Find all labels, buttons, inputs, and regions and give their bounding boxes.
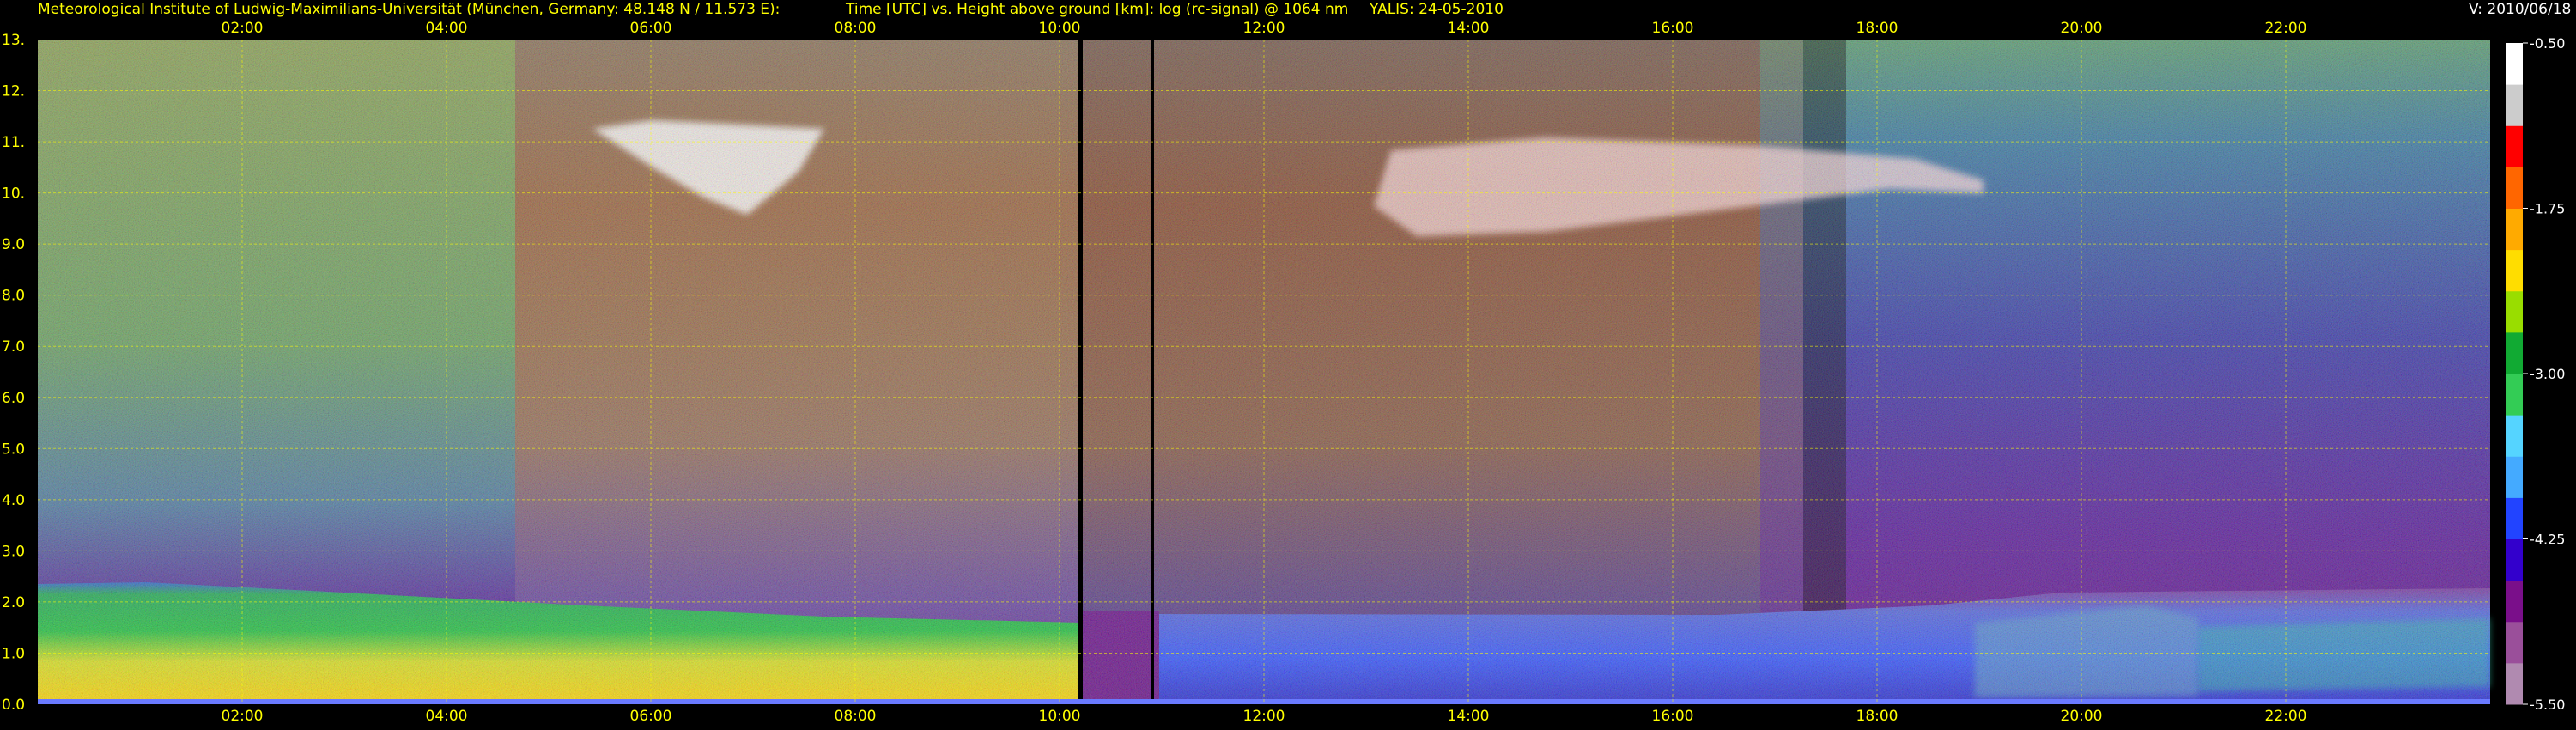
x-tick-label-top-8: 18:00 [1856,20,1899,37]
x-tick-label-bottom-2: 06:00 [630,708,672,725]
x-tick-label-top-9: 20:00 [2061,20,2103,37]
x-tick-label-bottom-9: 20:00 [2061,708,2103,725]
data-gap-1 [1078,40,1083,704]
x-tick-label-top-6: 14:00 [1448,20,1490,37]
colorbar-swatch-7 [2506,374,2523,416]
colorbar-swatch-4 [2506,497,2523,539]
x-tick-label-bottom-4: 10:00 [1039,708,1081,725]
y-tick-label-2: 2.0 [2,594,25,611]
x-tick-label-top-1: 04:00 [426,20,468,37]
colorbar-swatch-5 [2506,456,2523,498]
x-tick-label-top-3: 08:00 [835,20,877,37]
x-tick-label-bottom-1: 04:00 [426,708,468,725]
data-gap-2 [1151,40,1154,704]
colorbar-swatch-15 [2506,43,2523,85]
colorbar-swatch-12 [2506,167,2523,209]
colorbar-label-1: -1.75 [2530,201,2565,217]
y-tick-label-4: 4.0 [2,492,25,509]
colorbar-swatch-14 [2506,84,2523,126]
colorbar-swatch-10 [2506,249,2523,292]
x-axis-top: 02:00 04:00 06:00 08:00 10:00 12:00 14:00 16:00… [222,20,2307,37]
y-axis: 0.0 1.0 2.0 3.0 4.0 5.0 6.0 7.0 8.0 9.0 10. 11. 12. 1… [2,32,25,714]
x-tick-label-top-5: 12:00 [1243,20,1285,37]
colorbar-label-2: -3.00 [2530,366,2565,382]
y-tick-label-1: 1.0 [2,645,25,662]
x-tick-label-bottom-0: 02:00 [222,708,264,725]
y-tick-label-9: 9.0 [2,236,25,253]
x-tick-label-bottom-10: 22:00 [2265,708,2307,725]
colorbar-label-4: -5.50 [2530,697,2565,713]
colorbar-label-3: -4.25 [2530,532,2565,548]
y-tick-label-7: 7.0 [2,338,25,356]
colorbar-swatch-8 [2506,332,2523,374]
y-tick-label-10: 10. [2,186,25,203]
x-tick-label-top-4: 10:00 [1039,20,1081,37]
x-tick-label-top-2: 06:00 [630,20,672,37]
y-tick-label-8: 8.0 [2,288,25,305]
x-tick-label-bottom-8: 18:00 [1856,708,1899,725]
colorbar-swatch-6 [2506,415,2523,457]
colorbar: -0.50 -1.75 -3.00 -4.25 -5.50 [2506,35,2565,713]
y-tick-label-13: 13. [2,32,25,49]
x-tick-label-top-10: 22:00 [2265,20,2307,37]
y-tick-label-6: 6.0 [2,390,25,407]
colorbar-label-0: -0.50 [2530,35,2565,52]
x-axis-bottom: 02:00 04:00 06:00 08:00 10:00 12:00 14:00 16:00… [222,708,2307,725]
y-tick-label-3: 3.0 [2,543,25,560]
x-tick-label-top-7: 16:00 [1652,20,1694,37]
y-tick-label-12: 12. [2,83,25,100]
colorbar-swatch-2 [2506,580,2523,623]
y-tick-label-5: 5.0 [2,441,25,458]
x-tick-label-bottom-7: 16:00 [1652,708,1694,725]
x-tick-label-bottom-3: 08:00 [835,708,877,725]
colorbar-swatch-11 [2506,208,2523,251]
colorbar-swatch-1 [2506,621,2523,664]
x-tick-label-top-0: 02:00 [222,20,264,37]
colorbar-swatch-13 [2506,125,2523,167]
y-tick-label-11: 11. [2,134,25,151]
colorbar-swatch-0 [2506,662,2523,705]
colorbar-swatch-3 [2506,538,2523,581]
y-tick-label-0: 0.0 [2,697,25,714]
x-tick-label-bottom-6: 14:00 [1448,708,1490,725]
lidar-chart: 02:00 04:00 06:00 08:00 10:00 12:00 14:00 16:00… [2,20,2565,725]
colorbar-swatch-9 [2506,290,2523,333]
x-tick-label-bottom-5: 12:00 [1243,708,1285,725]
